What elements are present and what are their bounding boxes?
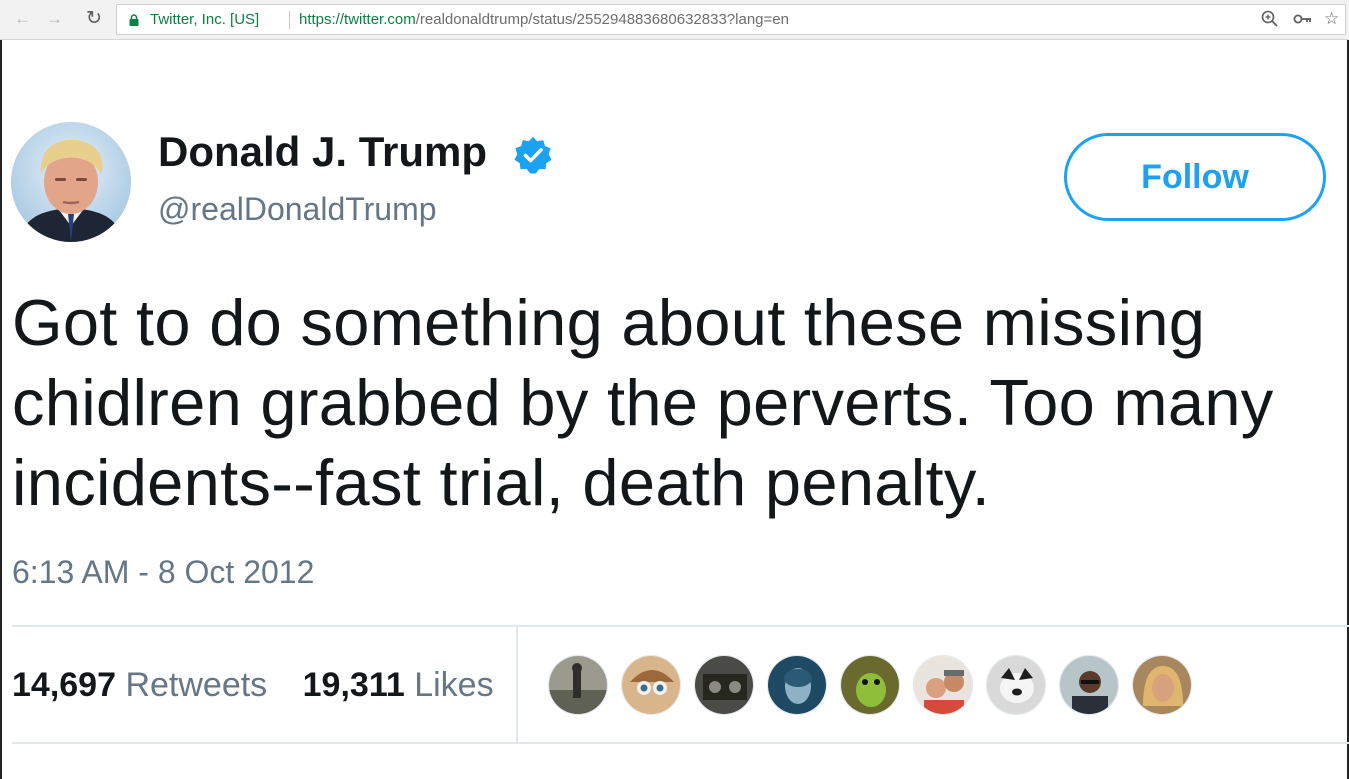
omnibox-divider [289,11,290,29]
liker-avatar[interactable] [986,655,1046,715]
liker-avatar[interactable] [694,655,754,715]
back-arrow-icon[interactable]: ← [14,9,31,29]
url-text[interactable]: https://twitter.com/realdonaldtrump/stat… [299,11,789,29]
liker-avatar[interactable] [548,655,608,715]
stats-divider-vertical [516,627,518,742]
url-path: /realdonaldtrump/status/2552948836806328… [415,11,789,28]
liker-avatar[interactable] [1132,655,1192,715]
author-avatar[interactable] [11,122,131,242]
follow-button[interactable]: Follow [1064,133,1326,221]
zoom-icon[interactable] [1261,9,1279,29]
tweet-stats: 14,697 Retweets 19,311 Likes [12,664,494,706]
likes-stat[interactable]: 19,311 Likes [303,664,494,706]
lock-icon [129,14,139,26]
retweets-count: 14,697 [12,666,116,704]
browser-toolbar: ← → ↻ Twitter, Inc. [US] https://twitter… [0,0,1349,40]
tweet-text-line: incidents--fast trial, death penalty. [12,446,991,519]
author-display-name[interactable]: Donald J. Trump [158,126,487,178]
verified-badge-icon [514,136,552,174]
tweet-text-line: Got to do something about these missing [12,286,1206,359]
liker-avatar[interactable] [1059,655,1119,715]
retweets-stat[interactable]: 14,697 Retweets [12,664,267,706]
liker-avatar[interactable] [621,655,681,715]
liker-avatar[interactable] [767,655,827,715]
likes-count: 19,311 [302,666,405,704]
url-host: https://twitter.com [299,11,416,28]
tweet-timestamp[interactable]: 6:13 AM - 8 Oct 2012 [12,552,314,592]
bookmark-star-icon[interactable]: ☆ [1324,9,1339,29]
address-bar[interactable]: Twitter, Inc. [US] https://twitter.com/r… [116,4,1346,35]
forward-arrow-icon[interactable]: → [46,9,63,29]
reload-icon[interactable]: ↻ [86,9,102,29]
site-identity-label[interactable]: Twitter, Inc. [US] [150,11,259,29]
liker-avatar[interactable] [913,655,973,715]
stats-divider-bottom [12,742,1349,744]
tweet-page: Donald J. Trump @realDonaldTrump Follow … [0,40,1349,779]
likes-label: Likes [414,666,494,704]
tweet-text-line: chidlren grabbed by the perverts. Too ma… [12,366,1274,439]
retweets-label: Retweets [125,666,268,704]
tweet-text: Got to do something about these missing … [12,283,1342,523]
stats-divider-top [12,625,1349,627]
author-handle[interactable]: @realDonaldTrump [158,188,437,230]
key-icon[interactable] [1293,9,1313,29]
avatar-portrait-image [11,122,131,242]
liker-avatar[interactable] [840,655,900,715]
